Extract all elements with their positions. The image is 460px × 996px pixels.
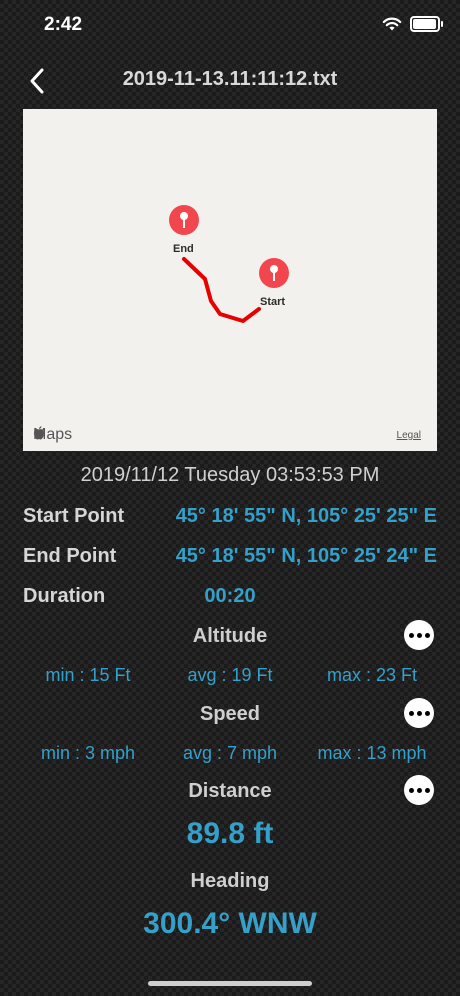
route-map[interactable]: End Start Maps Legal: [23, 109, 437, 451]
heading-value: 300.4° WNW: [143, 907, 317, 940]
heading-title: Heading: [190, 870, 270, 892]
legal-link[interactable]: Legal: [397, 430, 421, 441]
home-indicator[interactable]: [148, 981, 312, 986]
more-dot: [408, 632, 414, 638]
altitude-title: Altitude: [192, 625, 268, 647]
apple-logo-icon: [34, 426, 44, 440]
start-point-label: Start Point: [23, 505, 125, 527]
more-dot: [408, 710, 414, 716]
page-title: 2019-11-13.11:11:12.txt: [122, 68, 338, 90]
end-pin-icon[interactable]: [169, 205, 199, 235]
more-dot: [416, 710, 422, 716]
battery-icon: [410, 16, 443, 32]
battery-fill: [413, 19, 437, 29]
route-line: [182, 257, 261, 323]
end-point-value: 45° 18' 55" N, 105° 25' 24" E: [175, 545, 437, 567]
speed-title: Speed: [199, 703, 261, 725]
distance-title: Distance: [188, 780, 272, 802]
more-dot: [424, 787, 430, 793]
status-time: 2:42: [44, 14, 83, 35]
wifi-icon: [382, 17, 402, 30]
altitude-min: min : 15 Ft: [45, 665, 131, 685]
start-pin-label: Start: [260, 296, 286, 308]
start-point-value: 45° 18' 55" N, 105° 25' 25" E: [175, 505, 437, 527]
recording-datetime: 2019/11/12 Tuesday 03:53:53 PM: [80, 464, 380, 486]
status-icons: [382, 14, 443, 34]
route-map-canvas: [169, 205, 289, 323]
end-pin-label: End: [173, 243, 194, 255]
altitude-max: max : 23 Ft: [326, 665, 418, 685]
distance-value: 89.8 ft: [186, 817, 274, 850]
more-dot: [424, 632, 430, 638]
more-dot: [408, 787, 414, 793]
speed-min: min : 3 mph: [40, 743, 136, 763]
maps-logo: Maps: [33, 426, 72, 444]
start-pin-icon[interactable]: [259, 258, 289, 288]
speed-more-button[interactable]: [404, 698, 434, 728]
duration-value: 00:20: [204, 585, 256, 607]
duration-label: Duration: [23, 585, 106, 607]
altitude-avg: avg : 19 Ft: [187, 665, 273, 685]
distance-more-button[interactable]: [404, 775, 434, 805]
speed-max: max : 13 mph: [317, 743, 427, 763]
speed-avg: avg : 7 mph: [182, 743, 278, 763]
more-dot: [416, 632, 422, 638]
end-point-label: End Point: [23, 545, 117, 567]
more-dot: [424, 710, 430, 716]
more-dot: [416, 787, 422, 793]
altitude-more-button[interactable]: [404, 620, 434, 650]
